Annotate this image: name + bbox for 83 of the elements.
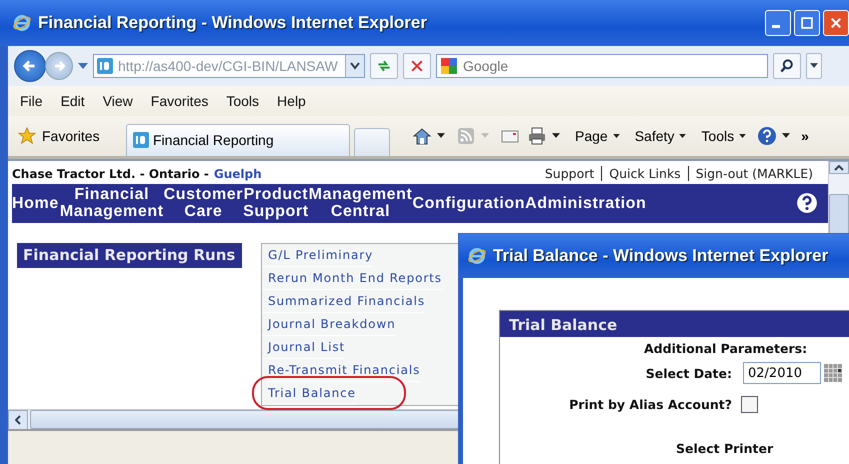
star-icon [18, 126, 36, 145]
section-heading: Additional Parameters: [644, 341, 808, 356]
menu-link[interactable]: Journal Breakdown [262, 312, 396, 336]
menu-link[interactable]: Rerun Month End Reports [262, 266, 442, 290]
command-menu-button[interactable]: Page [571, 128, 624, 144]
window-title: Financial Reporting - Windows Internet Explorer [38, 12, 427, 33]
menu-item[interactable]: Favorites [150, 92, 208, 109]
panel-title: Trial Balance [500, 311, 849, 337]
field-label: Select Date: [644, 366, 732, 380]
browser-logo-icon [467, 246, 487, 266]
site-icon [133, 132, 149, 148]
date-field[interactable]: 02/2010 [743, 362, 821, 384]
menu-link[interactable]: Trial Balance [262, 382, 356, 405]
menu-item[interactable]: Help [277, 92, 306, 109]
nav-item[interactable]: Financial Management [60, 186, 164, 220]
scroll-up-button[interactable] [829, 160, 849, 174]
caret-icon[interactable] [437, 133, 445, 138]
scroll-left-button[interactable] [8, 410, 28, 430]
browser-tab[interactable]: Financial Reporting [126, 124, 350, 156]
command-menu-button[interactable]: Tools [697, 128, 750, 144]
help-icon[interactable] [796, 192, 818, 214]
tab-title: Financial Reporting [153, 132, 274, 148]
stop-icon [409, 58, 425, 74]
minimize-button[interactable] [765, 10, 791, 36]
back-button[interactable] [14, 50, 46, 82]
refresh-icon [376, 58, 392, 74]
menu-link[interactable]: Summarized Financials [262, 290, 426, 313]
caret-icon [612, 134, 620, 138]
checkbox[interactable] [741, 396, 758, 413]
menu-link[interactable]: Re-Transmit Financials [262, 358, 420, 382]
refresh-button[interactable] [370, 52, 398, 79]
company-text: Chase Tractor Ltd. - Ontario - [12, 166, 209, 181]
menu-item[interactable]: File [20, 92, 43, 109]
maximize-icon [800, 16, 814, 30]
window-title: Trial Balance - Windows Internet Explorer [493, 246, 828, 266]
field-label: Print by Alias Account? [568, 397, 732, 412]
menu-item[interactable]: View [102, 92, 133, 109]
search-provider-icon [441, 58, 457, 74]
header-link[interactable]: Sign-out (MARKLE) [688, 166, 820, 182]
help-icon[interactable] [757, 126, 778, 146]
maximize-button[interactable] [794, 10, 820, 36]
nav-item[interactable]: Configuration [412, 194, 526, 212]
caret-icon [679, 134, 686, 138]
header-link[interactable]: Quick Links [601, 166, 688, 182]
nav-item[interactable]: Home [12, 194, 60, 212]
close-button[interactable] [823, 10, 849, 36]
site-icon [97, 58, 113, 74]
caret-icon [810, 63, 818, 68]
search-options-button[interactable] [806, 52, 822, 79]
printer-icon[interactable] [527, 126, 547, 146]
menu-link[interactable]: Journal List [262, 336, 346, 359]
menu-link[interactable]: G/L Preliminary [262, 244, 374, 267]
location-text: Guelph [214, 166, 262, 181]
caret-icon[interactable] [552, 133, 560, 138]
minimize-icon [772, 25, 780, 28]
section-title: Financial Reporting Runs [17, 242, 242, 268]
caret-icon [739, 134, 746, 138]
stop-button[interactable] [403, 52, 431, 79]
search-button[interactable] [773, 52, 801, 79]
search-field[interactable]: Google [436, 54, 768, 78]
favorites-button[interactable]: Favorites [18, 126, 126, 145]
search-icon [779, 58, 795, 74]
menu-item[interactable]: Tools [226, 92, 260, 109]
chevron-up-icon [834, 164, 844, 171]
field-label: Select Printer [676, 441, 774, 456]
dropdown-button[interactable] [345, 54, 364, 77]
dropdown-arrow-icon[interactable] [78, 62, 88, 69]
nav-item[interactable]: Management Central [308, 186, 412, 220]
chevron-left-icon [15, 415, 21, 426]
url-text: http://as400-dev/CGI-BIN/LANSAW [118, 58, 338, 74]
browser-logo-icon [12, 12, 32, 33]
command-menu-button[interactable]: Safety [630, 128, 690, 144]
nav-item[interactable]: Customer Care [164, 186, 244, 220]
menu-item[interactable]: Edit [60, 92, 85, 109]
header-link[interactable]: Support [538, 166, 602, 182]
home-icon[interactable] [412, 126, 432, 146]
calendar-icon[interactable] [824, 364, 842, 382]
nav-item[interactable]: Product Support [243, 186, 309, 220]
close-icon [829, 16, 843, 30]
overflow-button[interactable]: » [801, 128, 809, 144]
chevron-down-icon [350, 62, 360, 70]
nav-item[interactable]: Administration [525, 194, 646, 212]
caret-icon[interactable] [782, 133, 790, 138]
